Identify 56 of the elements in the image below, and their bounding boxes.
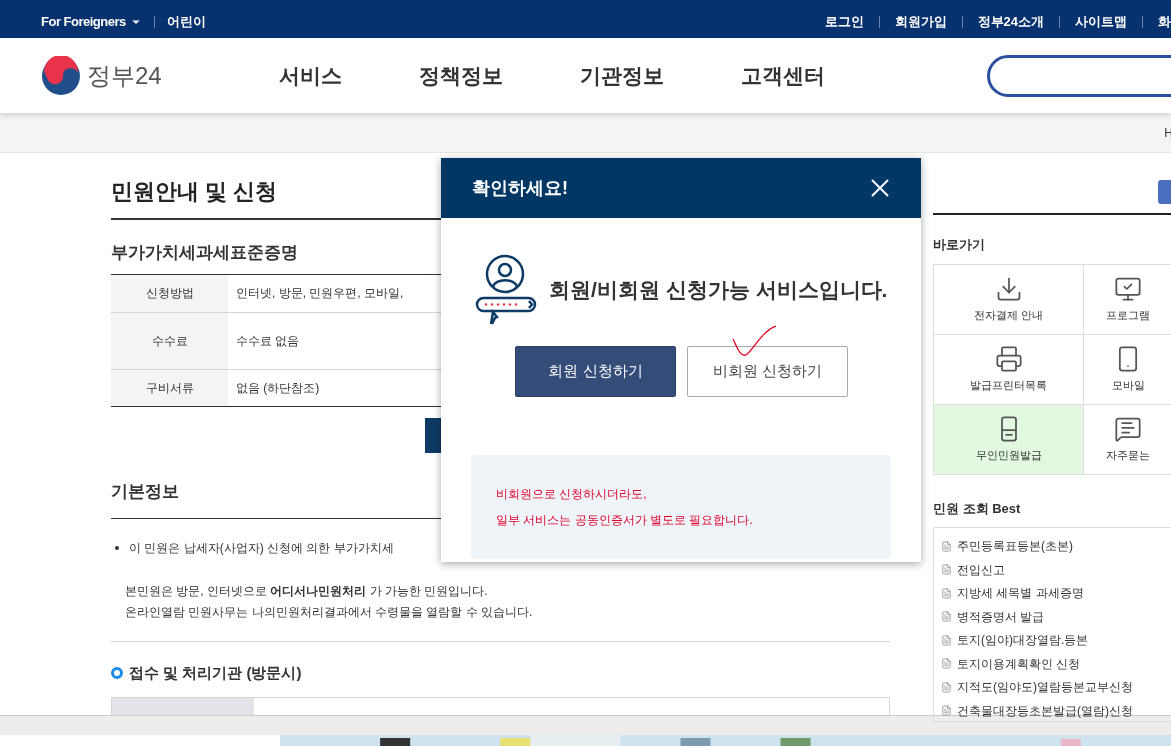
document-icon [941, 705, 952, 717]
info-text: 온라인열람 민원사무는 나의민원처리결과에서 수령물을 열람할 수 있습니다. [125, 604, 534, 621]
nav-link[interactable]: 고객센터 [741, 59, 825, 92]
table-cell-text: 수수료 없음 [236, 332, 300, 350]
logo-text: 정부24 [87, 60, 162, 91]
notice-text: 비회원으로 신청하시더라도, [496, 486, 648, 503]
sidebar-title: 바로가기 [933, 236, 986, 254]
dialog-message: 회원/비회원 신청가능 서비스입니다. [549, 277, 888, 304]
table-header-cell: 수수료 [111, 312, 228, 369]
nav-link[interactable]: 서비스 [279, 59, 342, 92]
site-logo[interactable]: 정부24 [41, 55, 279, 96]
best-list-item[interactable]: 지적도(임야도)열람등본교부신청 [941, 677, 1171, 698]
shortcut-tile[interactable]: 무인민원발급 [934, 404, 1084, 475]
sidebar-title: 민원 조회 Best [933, 499, 1022, 518]
document-icon [941, 681, 952, 693]
top-link[interactable]: 어린이 [166, 11, 206, 32]
best-list-item[interactable]: 토지이용계획확인 신청 [941, 653, 1171, 674]
best-list-item[interactable]: 주민등록표등본(초본) [941, 536, 1171, 557]
language-menu[interactable]: For Foreigners [41, 11, 142, 32]
search-field[interactable] [987, 54, 1171, 97]
document-icon [941, 540, 952, 552]
shortcut-tile[interactable]: 발급프린터목록 [934, 334, 1084, 405]
table-cell-text: 없음 (하단참조) [236, 379, 320, 397]
logo-icon [41, 55, 81, 96]
table-cell-text: 인터넷, 방문, 민원우편, 모바일, [236, 285, 404, 302]
nav-link[interactable]: 기관정보 [580, 59, 664, 92]
best-list-item[interactable]: 병적증명서 발급 [941, 606, 1171, 627]
best-list-item[interactable]: 지방세 세목별 과세증명 [941, 583, 1171, 604]
printer-icon [994, 344, 1023, 373]
document-icon [941, 658, 952, 670]
hand-drawn-check-icon [732, 325, 777, 358]
shortcut-tile[interactable]: 전자결제 안내 [934, 264, 1084, 335]
table-header-cell: 신청방법 [111, 274, 228, 312]
guest-apply-button[interactable]: 비회원 신청하기 [687, 346, 848, 397]
top-link[interactable]: 로그인 [824, 11, 864, 32]
info-text: 본민원은 방문, 인터넷으로 어디서나민원처리 가 가능한 민원입니다. [125, 583, 489, 600]
section-heading: 접수 및 처리기관 (방문시) [129, 663, 302, 683]
top-link[interactable]: 화 [1158, 11, 1171, 32]
document-icon [941, 634, 952, 646]
top-link[interactable]: 정부24소개 [977, 11, 1044, 32]
top-link[interactable]: 회원가입 [894, 11, 947, 32]
best-list-item[interactable]: 전입신고 [941, 559, 1171, 580]
nav-link[interactable]: 정책정보 [419, 59, 503, 92]
best-list-item[interactable]: 토지(임야)대장열람.등본 [941, 630, 1171, 651]
dialog-title: 확인하세요! [472, 176, 568, 200]
member-apply-button[interactable]: 회원 신청하기 [515, 346, 676, 397]
bullet-icon [115, 546, 119, 550]
table-header-cell: 구비서류 [111, 369, 228, 406]
info-text: 이 민원은 납세자(사업자) 신청에 의한 부가가치세 [129, 540, 394, 557]
document-icon [941, 587, 952, 599]
document-icon [941, 611, 952, 623]
service-name: 부가가치세과세표준증명 [111, 242, 299, 264]
best-list-item[interactable]: 건축물대장등초본발급(열람)신청 [941, 700, 1171, 721]
top-link[interactable]: 사이트맵 [1075, 11, 1127, 32]
document-icon [941, 564, 952, 576]
user-login-icon [475, 254, 537, 326]
